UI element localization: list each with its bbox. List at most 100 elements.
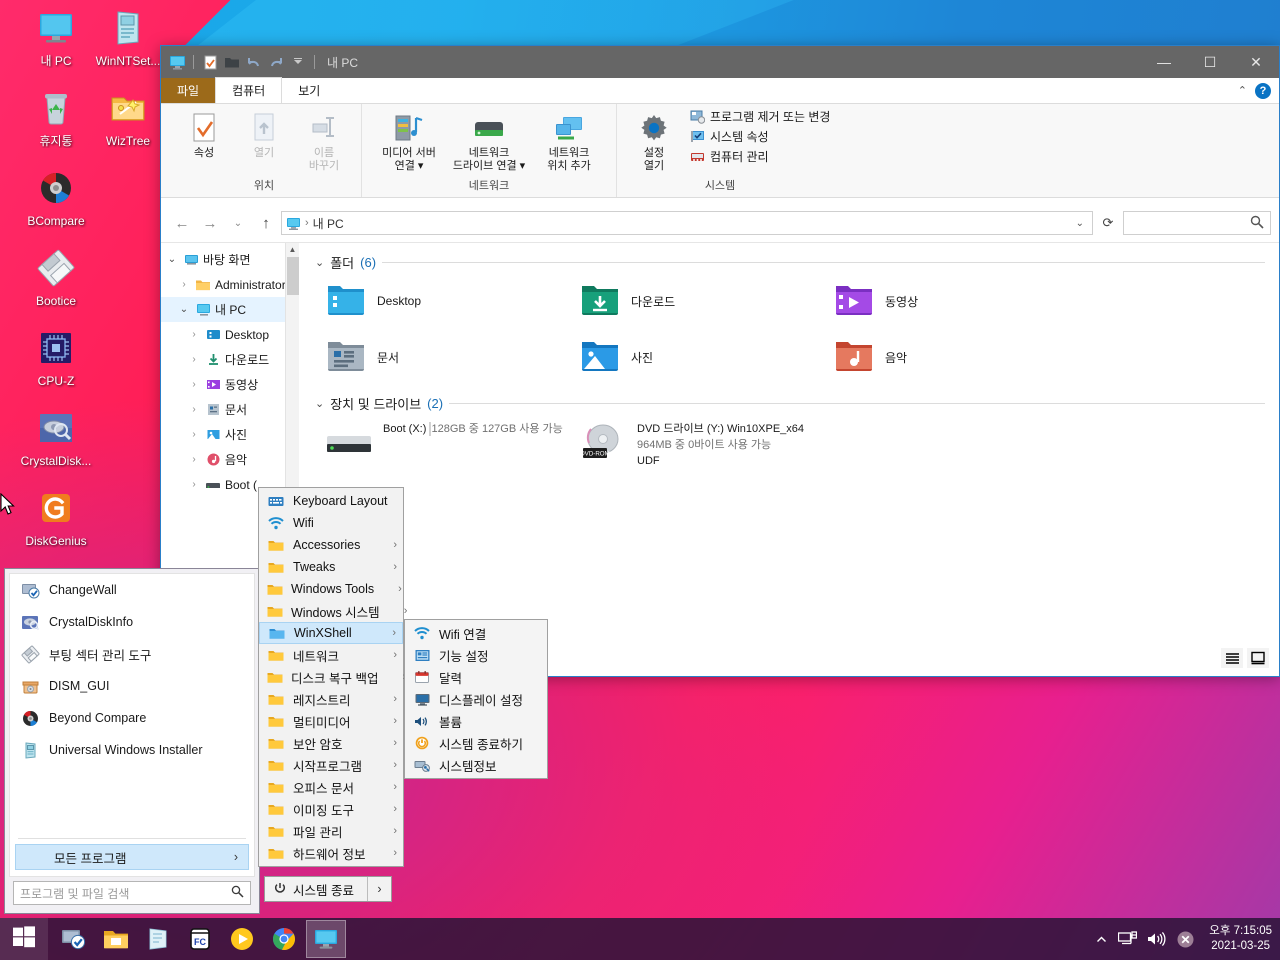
explorer-titlebar[interactable]: 내 PC — ☐ ✕ (161, 46, 1279, 78)
all-programs-button[interactable]: 모든 프로그램 › (15, 844, 249, 870)
tree-item-pictures[interactable]: › 사진 (161, 422, 299, 447)
taskbar-notepad[interactable] (138, 920, 178, 958)
tree-item-videos[interactable]: › 동영상 (161, 372, 299, 397)
chevron-down-icon[interactable]: ⌄ (315, 397, 324, 410)
ribbon-button-add-network-location[interactable]: 네트워크 위치 추가 (530, 108, 608, 173)
start-menu-item-boot-sector-tool[interactable]: 부팅 섹터 관리 도구 (10, 638, 254, 670)
taskbar-explorer[interactable] (96, 920, 136, 958)
start-menu-search-input[interactable]: 프로그램 및 파일 검색 (13, 881, 251, 905)
chevron-down-icon[interactable]: ⌄ (1076, 218, 1088, 229)
ribbon-button-media-server[interactable]: 미디어 서버 연결 ▾ (370, 108, 448, 173)
start-menu-item-beyond-compare[interactable]: Beyond Compare (10, 702, 254, 734)
taskbar-chrome[interactable] (264, 920, 304, 958)
tray-chevron-up-icon[interactable] (1095, 933, 1108, 946)
context-item-network[interactable]: 네트워크 › (259, 644, 403, 666)
ribbon-button-uninstall-program[interactable]: 프로그램 제거 또는 변경 (689, 108, 830, 125)
taskbar[interactable]: FC 오후 7:15:05 2021-03-25 (0, 918, 1280, 960)
system-tray[interactable]: 오후 7:15:05 2021-03-25 (1095, 924, 1280, 954)
ribbon-button-open[interactable]: 열기 (235, 108, 293, 160)
context-item-tweaks[interactable]: Tweaks › (259, 556, 403, 578)
desktop-icon-cpu-z[interactable]: CPU-Z (8, 326, 104, 388)
redo-icon[interactable] (266, 52, 286, 72)
context-item-security-password[interactable]: 보안 암호 › (259, 732, 403, 754)
winxshell-submenu[interactable]: Wifi 연결 기능 설정 달력 디스플레이 설정 볼륨 시스템 종료하기 시스… (404, 619, 548, 779)
start-menu-item-dism-gui[interactable]: DISM_GUI (10, 670, 254, 702)
window-controls[interactable]: — ☐ ✕ (1141, 46, 1279, 78)
chevron-down-icon[interactable]: ⌄ (177, 304, 191, 315)
minimize-button[interactable]: — (1141, 46, 1187, 78)
close-button[interactable]: ✕ (1233, 46, 1279, 78)
submenu-item-volume[interactable]: 볼륨 (405, 710, 547, 732)
taskbar-mediaplayer[interactable] (222, 920, 262, 958)
submenu-item-wifi-connect[interactable]: Wifi 연결 (405, 622, 547, 644)
folder-tile-videos[interactable]: 동영상 (833, 278, 1087, 324)
ribbon-system-small-buttons[interactable]: 프로그램 제거 또는 변경 시스템 속성 컴퓨터 관리 (685, 108, 830, 165)
group-header-folders[interactable]: ⌄ 폴더 (6) (315, 253, 1265, 272)
forward-button[interactable]: → (197, 210, 223, 236)
tree-item-administrator[interactable]: › Administrator (161, 272, 299, 297)
desktop-icon-diskgenius[interactable]: DiskGenius (8, 486, 104, 548)
chevron-right-icon[interactable]: › (187, 404, 201, 415)
scrollbar-thumb[interactable] (287, 257, 299, 295)
context-item-startup-programs[interactable]: 시작프로그램 › (259, 754, 403, 776)
desktop-icon-bootice[interactable]: Bootice (8, 246, 104, 308)
search-input[interactable] (1123, 211, 1271, 235)
context-item-keyboard-layout[interactable]: Keyboard Layout (259, 490, 403, 512)
submenu-item-calendar[interactable]: 달력 (405, 666, 547, 688)
close-badge-icon[interactable] (1176, 930, 1195, 949)
recent-locations-button[interactable]: ⌄ (225, 210, 251, 236)
shutdown-button[interactable]: 시스템 종료 (265, 880, 367, 899)
context-item-file-management[interactable]: 파일 관리 › (259, 820, 403, 842)
tab-file[interactable]: 파일 (161, 78, 216, 103)
chevron-right-icon[interactable]: › (177, 279, 191, 290)
winxshell-context-menu[interactable]: Keyboard Layout Wifi Accessories › Tweak… (258, 487, 407, 867)
ribbon-button-system-properties[interactable]: 시스템 속성 (689, 128, 830, 145)
address-toolbar[interactable]: ← → ⌄ ↑ › 내 PC ⌄ ⟳ (161, 204, 1279, 242)
chevron-right-icon[interactable]: › (187, 354, 201, 365)
folder-icon[interactable] (222, 52, 242, 72)
taskbar-mypc[interactable] (306, 920, 346, 958)
undo-icon[interactable] (244, 52, 264, 72)
chevron-down-icon[interactable]: ⌄ (315, 256, 324, 269)
folder-tile-downloads[interactable]: 다운로드 (579, 278, 833, 324)
start-menu-item-changewall[interactable]: ChangeWall (10, 574, 254, 606)
large-icons-view-button[interactable] (1247, 648, 1269, 668)
tab-view[interactable]: 보기 (282, 78, 336, 103)
back-button[interactable]: ← (169, 210, 195, 236)
chevron-right-icon[interactable]: › (187, 429, 201, 440)
up-button[interactable]: ↑ (253, 210, 279, 236)
context-item-winxshell[interactable]: WinXShell › (259, 622, 403, 644)
chevron-down-icon[interactable]: ⌄ (165, 254, 179, 265)
ribbon-button-computer-management[interactable]: 컴퓨터 관리 (689, 148, 830, 165)
ribbon-button-open-settings[interactable]: 설정 열기 (625, 108, 683, 173)
folder-tile-desktop[interactable]: Desktop (325, 278, 579, 324)
quick-access-toolbar[interactable] (167, 52, 319, 72)
tree-item-desktop[interactable]: ⌄ 바탕 화면 (161, 247, 299, 272)
chevron-right-icon[interactable]: › (187, 479, 201, 490)
shutdown-options-button[interactable]: › (367, 877, 391, 901)
details-view-button[interactable] (1221, 648, 1243, 668)
ribbon-button-rename[interactable]: 이름 바꾸기 (295, 108, 353, 173)
folder-tile-music[interactable]: 음악 (833, 334, 1087, 380)
refresh-button[interactable]: ⟳ (1095, 211, 1121, 235)
group-header-devices[interactable]: ⌄ 장치 및 드라이브 (2) (315, 394, 1265, 413)
folder-tile-pictures[interactable]: 사진 (579, 334, 833, 380)
context-item-wifi[interactable]: Wifi (259, 512, 403, 534)
chevron-right-icon[interactable]: › (187, 454, 201, 465)
submenu-item-system-info[interactable]: 시스템정보 (405, 754, 547, 776)
drive-item-dvd[interactable]: DVD-ROM DVD 드라이브 (Y:) Win10XPE_x64 964MB… (579, 419, 833, 469)
drive-item-boot[interactable]: Boot (X:) 128GB 중 127GB 사용 가능 (325, 419, 579, 469)
help-icon[interactable]: ? (1255, 82, 1271, 99)
start-menu-programs-panel[interactable]: ChangeWall CrystalDiskInfo 부팅 섹터 관리 도구 D… (9, 573, 255, 877)
context-item-hardware-info[interactable]: 하드웨어 정보 › (259, 842, 403, 864)
tree-item-my-pc[interactable]: ⌄ 내 PC (161, 297, 299, 322)
start-button[interactable] (0, 918, 48, 960)
clock[interactable]: 오후 7:15:05 2021-03-25 (1205, 924, 1272, 954)
ribbon-right-controls[interactable]: ⌃ ? (1238, 78, 1279, 103)
volume-icon[interactable] (1147, 931, 1166, 947)
ribbon-button-properties[interactable]: 속성 (175, 108, 233, 160)
scroll-up-button[interactable]: ▲ (286, 243, 299, 257)
desktop-icon-crystaldiskinfo[interactable]: CrystalDisk... (8, 406, 104, 468)
submenu-item-display-settings[interactable]: 디스플레이 설정 (405, 688, 547, 710)
folder-tile-grid[interactable]: Desktop 다운로드 동영상 문서 사진 음악 (325, 278, 1265, 380)
